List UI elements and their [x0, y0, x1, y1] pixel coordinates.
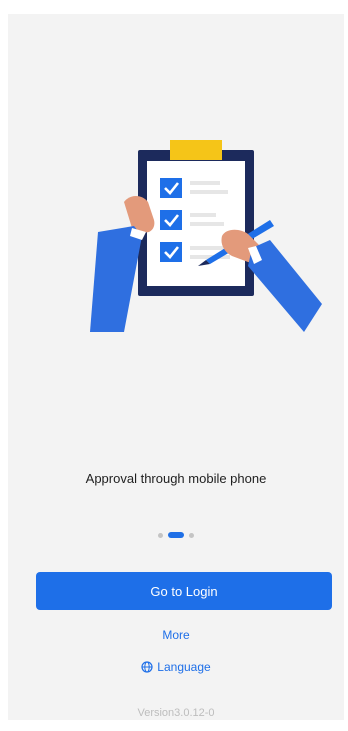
clipboard-clip — [170, 140, 222, 160]
page-indicator — [8, 532, 344, 538]
go-to-login-button[interactable]: Go to Login — [36, 572, 332, 610]
page-dot-2-active[interactable] — [168, 532, 184, 538]
version-text: Version3.0.12-0 — [137, 707, 215, 719]
page-dot-3[interactable] — [189, 532, 194, 538]
more-link[interactable]: More — [8, 628, 344, 642]
language-label: Language — [157, 660, 211, 674]
onboarding-screen: Approval through mobile phone Go to Logi… — [8, 14, 344, 720]
onboarding-caption: Approval through mobile phone — [85, 471, 267, 486]
page-dot-1[interactable] — [158, 532, 163, 538]
approval-illustration — [90, 140, 322, 332]
language-selector[interactable]: Language — [8, 660, 344, 674]
globe-icon — [141, 661, 153, 673]
